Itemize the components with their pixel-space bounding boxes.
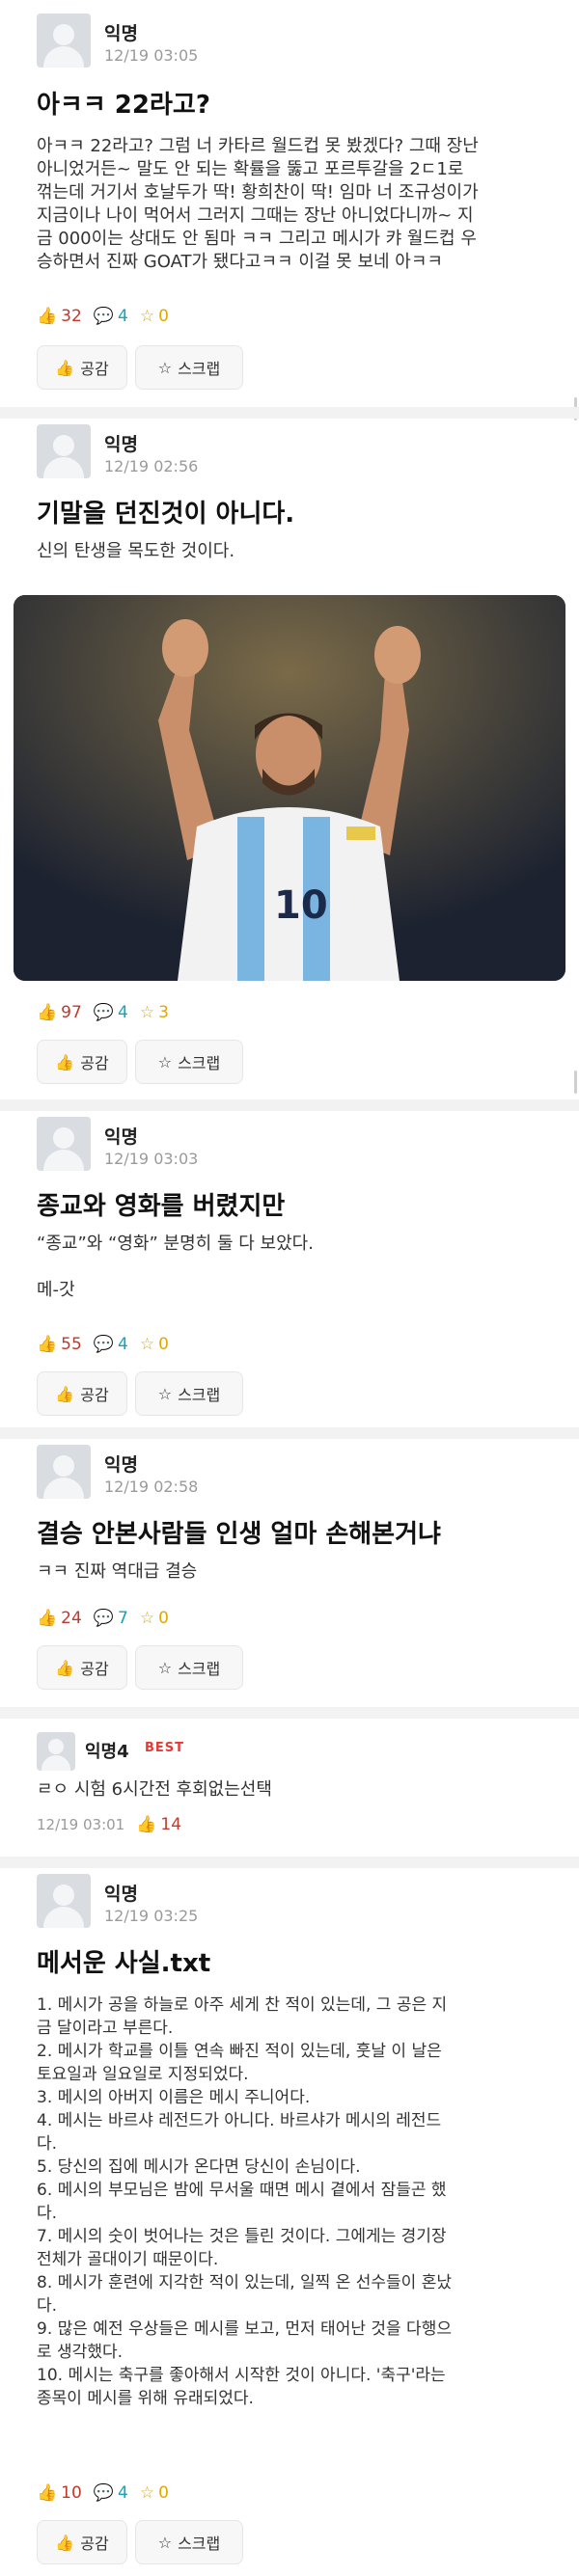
like-count: 👍 97 (37, 1003, 82, 1022)
author-name: 익명 (104, 23, 138, 44)
thumbs-up-icon: 👍 (55, 2533, 75, 2552)
post-date: 12/19 03:05 (104, 46, 199, 65)
like-button[interactable]: 👍 공감 (37, 1645, 127, 1690)
thumbs-up-icon: 👍 (37, 1609, 58, 1628)
post-title: 메서운 사실.txt (37, 1949, 211, 1978)
thumbs-up-icon: 👍 (37, 1335, 58, 1354)
like-count: 👍 24 (37, 1609, 82, 1628)
post-stats: 👍 32 💬 4 ☆ 0 (37, 307, 169, 326)
author-name: 익명 (104, 434, 138, 455)
avatar (37, 1874, 91, 1928)
divider (0, 407, 579, 419)
post-title: 아ㅋㅋ 22라고? (37, 91, 210, 120)
divider (0, 1707, 579, 1719)
post-date: 12/19 03:03 (104, 1150, 199, 1168)
star-icon: ☆ (139, 2483, 155, 2503)
like-button[interactable]: 👍 공감 (37, 2520, 127, 2564)
scrap-button[interactable]: ☆ 스크랩 (135, 345, 243, 390)
like-button[interactable]: 👍 공감 (37, 1040, 127, 1084)
star-icon: ☆ (139, 1003, 155, 1022)
post-stats: 👍 97 💬 4 ☆ 3 (37, 1003, 169, 1022)
post-stats: 👍 24 💬 7 ☆ 0 (37, 1609, 169, 1628)
scrap-count: ☆ 0 (139, 307, 169, 326)
author-name: 익명 (104, 1884, 138, 1905)
player-photo: 10 (14, 595, 565, 981)
comment-author: 익명4 (85, 1742, 129, 1762)
star-icon: ☆ (139, 1335, 155, 1354)
like-button[interactable]: 👍 공감 (37, 1371, 127, 1416)
divider (0, 1427, 579, 1439)
post-date: 12/19 02:58 (104, 1478, 199, 1496)
star-icon: ☆ (139, 307, 155, 326)
like-count: 👍 55 (37, 1335, 82, 1354)
divider (0, 1857, 579, 1868)
comment-count: 💬 4 (93, 2483, 128, 2503)
comment-count: 💬 4 (93, 1335, 128, 1354)
thumbs-up-icon: 👍 (37, 2483, 58, 2503)
post-stats: 👍 10 💬 4 ☆ 0 (37, 2483, 169, 2503)
comment-like-count: 👍 14 (136, 1815, 182, 1834)
comment-count: 💬 7 (93, 1609, 128, 1628)
comment-icon: 💬 (93, 1609, 114, 1628)
avatar (37, 424, 91, 478)
scrap-count: ☆ 3 (139, 1003, 169, 1022)
star-icon: ☆ (157, 1052, 173, 1071)
post-body: 신의 탄생을 목도한 것이다. (37, 541, 235, 561)
like-count: 👍 32 (37, 307, 82, 326)
post-body: 아ㅋㅋ 22라고? 그럼 너 카타르 월드컵 못 봤겠다? 그때 장난 아니었거… (37, 136, 479, 272)
post-stats: 👍 55 💬 4 ☆ 0 (37, 1335, 169, 1354)
best-badge: BEST (145, 1741, 185, 1755)
scrap-button[interactable]: ☆ 스크랩 (135, 1645, 243, 1690)
avatar (37, 1732, 75, 1771)
star-icon: ☆ (139, 1609, 155, 1628)
comment-meta: 12/19 03:01 👍 14 (37, 1815, 181, 1834)
post-body: “종교”와 “영화” 분명히 둘 다 보았다. 메-갓 (37, 1234, 314, 1300)
svg-text:10: 10 (274, 883, 328, 928)
thumbs-up-icon: 👍 (55, 1384, 75, 1403)
star-icon: ☆ (157, 1658, 173, 1677)
scrap-count: ☆ 0 (139, 2483, 169, 2503)
post-title: 종교와 영화를 버렸지만 (37, 1192, 286, 1221)
thumbs-up-icon: 👍 (55, 1052, 75, 1071)
comment-icon: 💬 (93, 307, 114, 326)
avatar (37, 1445, 91, 1499)
divider (0, 1099, 579, 1111)
post-image: 10 (14, 595, 565, 981)
avatar (37, 1117, 91, 1171)
star-icon: ☆ (157, 1384, 173, 1403)
post-date: 12/19 02:56 (104, 457, 199, 475)
comment-icon: 💬 (93, 1003, 114, 1022)
comment-date: 12/19 03:01 (37, 1816, 125, 1833)
scrap-button[interactable]: ☆ 스크랩 (135, 2520, 243, 2564)
avatar (37, 14, 91, 68)
scrap-count: ☆ 0 (139, 1609, 169, 1628)
scrap-count: ☆ 0 (139, 1335, 169, 1354)
scrollbar[interactable] (574, 1071, 577, 1094)
comment-count: 💬 4 (93, 307, 128, 326)
scrap-button[interactable]: ☆ 스크랩 (135, 1371, 243, 1416)
post-title: 기말을 던진것이 아니다. (37, 500, 295, 529)
comment-icon: 💬 (93, 1335, 114, 1354)
comment-icon: 💬 (93, 2483, 114, 2503)
author-name: 익명 (104, 1126, 138, 1148)
star-icon: ☆ (157, 358, 173, 377)
thumbs-up-icon: 👍 (136, 1815, 157, 1834)
thumbs-up-icon: 👍 (37, 1003, 58, 1022)
thumbs-up-icon: 👍 (37, 307, 58, 326)
post-body: ㅋㅋ 진짜 역대급 결승 (37, 1561, 198, 1582)
scrap-button[interactable]: ☆ 스크랩 (135, 1040, 243, 1084)
like-button[interactable]: 👍 공감 (37, 345, 127, 390)
thumbs-up-icon: 👍 (55, 358, 75, 377)
thumbs-up-icon: 👍 (55, 1658, 75, 1677)
author-name: 익명 (104, 1454, 138, 1476)
post-title: 결승 안본사람들 인생 얼마 손해본거냐 (37, 1520, 441, 1549)
post-date: 12/19 03:25 (104, 1907, 199, 1925)
comment-count: 💬 4 (93, 1003, 128, 1022)
comment-text: ㄹㅇ 시험 6시간전 후회없는선택 (37, 1779, 272, 1800)
like-count: 👍 10 (37, 2483, 82, 2503)
post-body: 1. 메시가 공을 하늘로 아주 세게 찬 적이 있는데, 그 공은 지 금 달… (37, 1995, 452, 2408)
star-icon: ☆ (157, 2533, 173, 2552)
